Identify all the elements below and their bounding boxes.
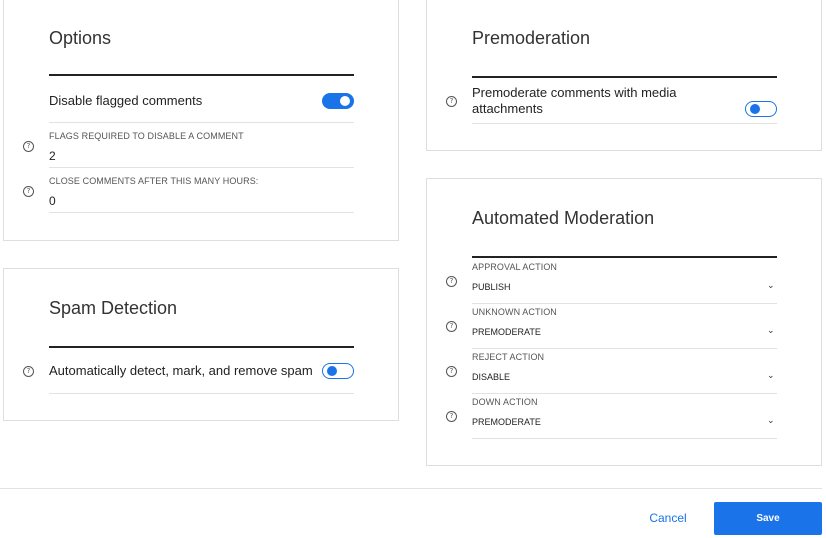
auto-detect-label: Automatically detect, mark, and remove s… xyxy=(49,363,313,378)
chevron-down-icon[interactable]: ⌄ xyxy=(767,281,775,291)
premoderation-title: Premoderation xyxy=(472,28,591,48)
options-card: Options Disable flagged comments ? FLAGS… xyxy=(3,0,399,241)
options-title-rule xyxy=(49,74,354,76)
spam-title: Spam Detection xyxy=(49,298,178,318)
divider xyxy=(472,438,777,439)
flags-required-input[interactable]: 2 xyxy=(49,149,56,163)
help-icon[interactable]: ? xyxy=(23,141,34,152)
toggle-knob xyxy=(750,103,760,114)
unknown-action-caption: UNKNOWN ACTION xyxy=(472,307,557,317)
divider xyxy=(472,393,777,394)
media-premod-label: Premoderate comments with media attachme… xyxy=(472,85,677,116)
footer-divider xyxy=(0,488,822,489)
help-icon[interactable]: ? xyxy=(446,276,457,287)
help-icon[interactable]: ? xyxy=(23,186,34,197)
cancel-button[interactable]: Cancel xyxy=(636,505,700,531)
divider xyxy=(49,167,354,168)
chevron-down-icon[interactable]: ⌄ xyxy=(767,326,775,336)
flags-required-caption: FLAGS REQUIRED TO DISABLE A COMMENT xyxy=(49,131,244,141)
divider xyxy=(49,122,354,123)
premoderation-title-rule xyxy=(472,76,777,78)
down-action-select[interactable]: PREMODERATE xyxy=(472,417,541,427)
unknown-action-select[interactable]: PREMODERATE xyxy=(472,327,541,337)
divider xyxy=(49,212,354,213)
down-action-caption: DOWN ACTION xyxy=(472,397,538,407)
reject-action-caption: REJECT ACTION xyxy=(472,352,545,362)
toggle-knob xyxy=(327,365,337,376)
chevron-down-icon[interactable]: ⌄ xyxy=(767,416,775,426)
automated-title: Automated Moderation xyxy=(472,208,655,228)
help-icon[interactable]: ? xyxy=(23,366,34,377)
premoderation-card: Premoderation ? Premoderate comments wit… xyxy=(426,0,822,151)
close-hours-caption: CLOSE COMMENTS AFTER THIS MANY HOURS: xyxy=(49,176,259,186)
disable-flagged-toggle[interactable] xyxy=(322,93,354,109)
divider xyxy=(472,303,777,304)
automated-card: Automated Moderation ? APPROVAL ACTION P… xyxy=(426,178,822,466)
close-hours-input[interactable]: 0 xyxy=(49,194,56,208)
options-title: Options xyxy=(49,28,112,48)
chevron-down-icon[interactable]: ⌄ xyxy=(767,371,775,381)
save-button[interactable]: Save xyxy=(714,502,822,535)
divider xyxy=(472,348,777,349)
spam-card: Spam Detection ? Automatically detect, m… xyxy=(3,268,399,421)
divider xyxy=(49,393,354,394)
approval-action-caption: APPROVAL ACTION xyxy=(472,262,558,272)
automated-title-rule xyxy=(472,256,777,258)
divider xyxy=(472,123,777,124)
reject-action-select[interactable]: DISABLE xyxy=(472,372,510,382)
help-icon[interactable]: ? xyxy=(446,96,457,107)
approval-action-select[interactable]: PUBLISH xyxy=(472,282,511,292)
help-icon[interactable]: ? xyxy=(446,411,457,422)
auto-detect-toggle[interactable] xyxy=(322,363,354,379)
help-icon[interactable]: ? xyxy=(446,321,457,332)
disable-flagged-label: Disable flagged comments xyxy=(49,93,203,108)
spam-title-rule xyxy=(49,346,354,348)
toggle-knob xyxy=(340,96,350,106)
help-icon[interactable]: ? xyxy=(446,366,457,377)
media-premod-toggle[interactable] xyxy=(745,101,777,117)
